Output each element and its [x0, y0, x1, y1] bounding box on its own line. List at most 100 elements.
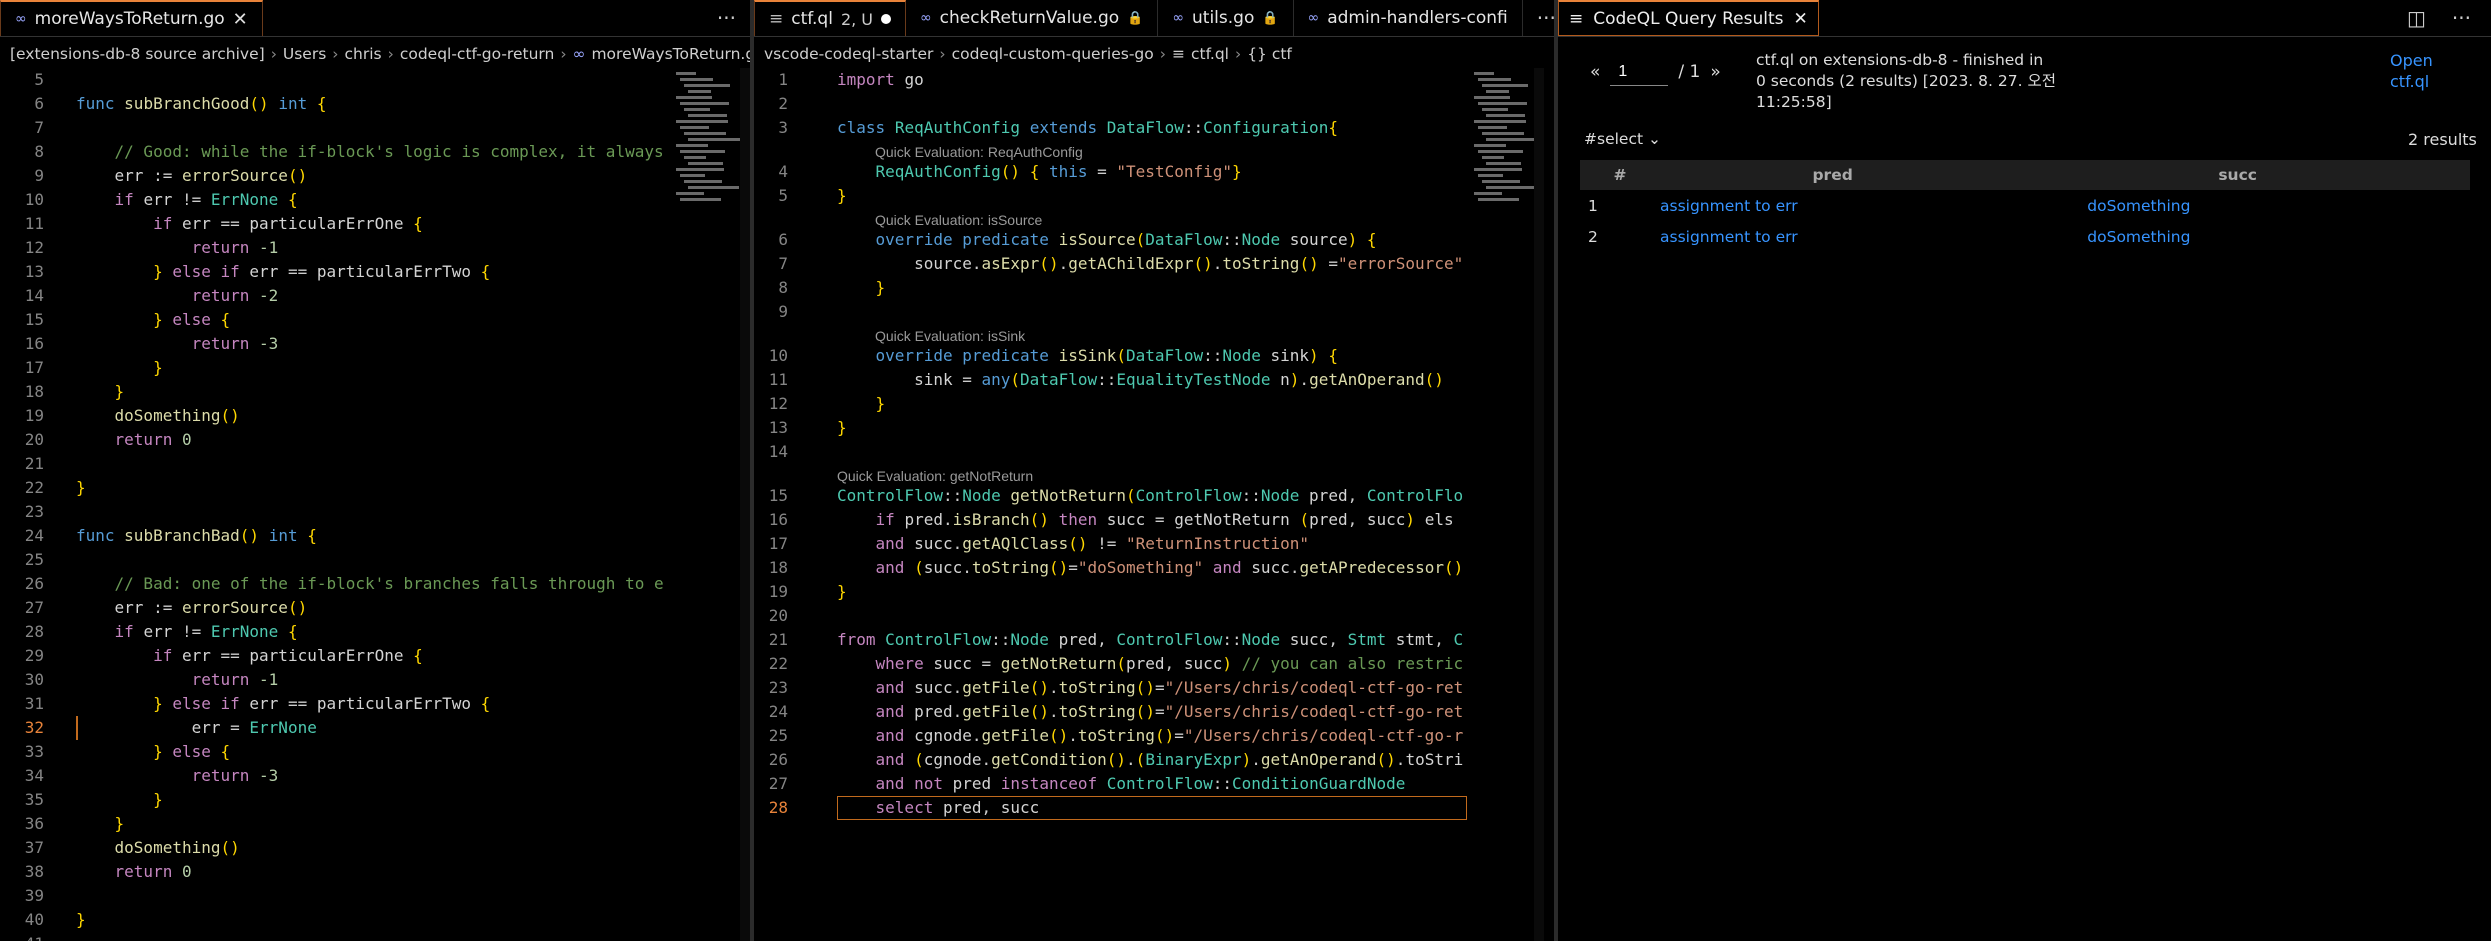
breadcrumb-item[interactable]: ctf.ql [1191, 45, 1229, 63]
breadcrumb-item[interactable]: chris [345, 45, 382, 63]
query-code-editor[interactable]: 1 import go 2 3 class ReqAuthConfig extends … [754, 68, 1554, 941]
code-line[interactable]: 37 doSomething() [0, 836, 750, 860]
code-line[interactable]: 8 // Good: while the if-block's logic is… [0, 140, 750, 164]
code-line[interactable]: 2 [754, 92, 1554, 116]
code-line[interactable]: 9 err := errorSource() [0, 164, 750, 188]
code-line[interactable]: 18 and (succ.toString()="doSomething" an… [754, 556, 1554, 580]
code-line[interactable]: 15 ControlFlow::Node getNotReturn(Control… [754, 484, 1554, 508]
code-line[interactable]: 28 select pred, succ [754, 796, 1554, 820]
more-actions-icon[interactable]: ··· [1523, 0, 1554, 36]
code-line[interactable]: 22 where succ = getNotReturn(pred, succ)… [754, 652, 1554, 676]
code-line[interactable]: 6 func subBranchGood() int { [0, 92, 750, 116]
code-line[interactable]: 12 } [754, 392, 1554, 416]
column-header-succ[interactable]: succ [2005, 160, 2470, 190]
code-line[interactable]: 28 if err != ErrNone { [0, 620, 750, 644]
code-line[interactable]: 26 and (cgnode.getCondition().(BinaryExp… [754, 748, 1554, 772]
code-line[interactable]: 24 and pred.getFile().toString()="/Users… [754, 700, 1554, 724]
code-line[interactable]: 16 if pred.isBranch() then succ = getNot… [754, 508, 1554, 532]
tab-ctf-ql[interactable]: ≡ ctf.ql 2, U [754, 0, 906, 36]
more-actions-icon[interactable]: ··· [703, 0, 750, 36]
code-line[interactable]: 7 [0, 116, 750, 140]
breadcrumb-item[interactable]: Users [283, 45, 326, 63]
code-line[interactable]: 31 } else if err == particularErrTwo { [0, 692, 750, 716]
breadcrumb-item[interactable]: [extensions-db-8 source archive] [10, 45, 265, 63]
code-line[interactable]: 30 return -1 [0, 668, 750, 692]
result-set-select[interactable]: #select ⌄ [1584, 130, 1661, 148]
code-line[interactable]: 11 sink = any(DataFlow::EqualityTestNode… [754, 368, 1554, 392]
code-editor[interactable]: 5 6 func subBranchGood() int {7 8 // Good: … [0, 68, 750, 941]
code-line[interactable]: 27 err := errorSource() [0, 596, 750, 620]
code-line[interactable]: 21 [0, 452, 750, 476]
code-line[interactable]: 14 return -2 [0, 284, 750, 308]
code-line[interactable]: 19} [754, 580, 1554, 604]
code-line[interactable]: 7 source.asExpr().getAChildExpr().toStri… [754, 252, 1554, 276]
close-icon[interactable]: ✕ [1793, 9, 1807, 29]
code-line[interactable]: 16 return -3 [0, 332, 750, 356]
breadcrumb-item[interactable]: vscode-codeql-starter [764, 45, 933, 63]
unsaved-dot-icon[interactable] [881, 14, 891, 24]
code-line[interactable]: 12 return -1 [0, 236, 750, 260]
page-input[interactable] [1610, 58, 1669, 86]
code-line[interactable]: 40} [0, 908, 750, 932]
split-editor-icon[interactable]: ◫ [2407, 6, 2426, 30]
code-line[interactable]: 39 [0, 884, 750, 908]
tab-utils[interactable]: ∞ utils.go 🔒 [1158, 0, 1294, 36]
code-line[interactable]: 35 } [0, 788, 750, 812]
breadcrumb-item[interactable]: codeql-ctf-go-return [400, 45, 555, 63]
code-line[interactable]: 17 and succ.getAQlClass() != "ReturnInst… [754, 532, 1554, 556]
code-line[interactable]: 1 import go [754, 68, 1554, 92]
more-actions-icon[interactable]: ··· [2452, 6, 2471, 30]
code-line[interactable]: 21 from ControlFlow::Node pred, ControlFl… [754, 628, 1554, 652]
code-line[interactable]: 23 and succ.getFile().toString()="/Users… [754, 676, 1554, 700]
breadcrumb-item[interactable]: codeql-custom-queries-go [952, 45, 1154, 63]
code-line[interactable]: 25 [0, 548, 750, 572]
close-icon[interactable]: ✕ [233, 9, 248, 30]
scrollbar[interactable] [740, 68, 750, 941]
code-line[interactable]: 25 and cgnode.getFile().toString()="/Use… [754, 724, 1554, 748]
quick-evaluation-codelens[interactable]: Quick Evaluation: ReqAuthConfig [875, 144, 1083, 160]
code-line[interactable]: 8 } [754, 276, 1554, 300]
pred-link[interactable]: assignment to err [1660, 228, 1798, 246]
quick-evaluation-codelens[interactable]: Quick Evaluation: getNotReturn [837, 468, 1033, 484]
scrollbar[interactable] [1534, 68, 1544, 941]
code-line[interactable]: 13} [754, 416, 1554, 440]
code-line[interactable]: 22} [0, 476, 750, 500]
code-line[interactable]: 38 return 0 [0, 860, 750, 884]
code-line[interactable]: 41 [0, 932, 750, 941]
minimap[interactable] [1470, 68, 1541, 941]
code-line[interactable]: 17 } [0, 356, 750, 380]
tab-morewaystoreturn[interactable]: ∞ moreWaysToReturn.go ✕ [0, 0, 263, 36]
code-line[interactable]: 10 if err != ErrNone { [0, 188, 750, 212]
code-line[interactable]: 20 [754, 604, 1554, 628]
quick-evaluation-codelens[interactable]: Quick Evaluation: isSink [875, 328, 1025, 344]
code-line[interactable]: 9 [754, 300, 1554, 324]
tab-codeql-results[interactable]: ≡ CodeQL Query Results ✕ [1558, 0, 1819, 36]
code-line[interactable]: 6 override predicate isSource(DataFlow::… [754, 228, 1554, 252]
code-line[interactable]: 11 if err == particularErrOne { [0, 212, 750, 236]
next-page-icon[interactable]: » [1710, 62, 1720, 82]
code-line[interactable]: 10 override predicate isSink(DataFlow::N… [754, 344, 1554, 368]
code-line[interactable]: 34 return -3 [0, 764, 750, 788]
pred-link[interactable]: assignment to err [1660, 197, 1798, 215]
code-line[interactable]: 20 return 0 [0, 428, 750, 452]
code-line[interactable]: 27 and not pred instanceof ControlFlow::… [754, 772, 1554, 796]
breadcrumb-item[interactable]: moreWaysToReturn.go [591, 45, 750, 63]
code-line[interactable]: 29 if err == particularErrOne { [0, 644, 750, 668]
column-header-pred[interactable]: pred [1660, 160, 2006, 190]
tab-checkreturnvalue[interactable]: ∞ checkReturnValue.go 🔒 [906, 0, 1159, 36]
code-line[interactable]: 4 ReqAuthConfig() { this = "TestConfig"} [754, 160, 1554, 184]
code-line[interactable]: 3 class ReqAuthConfig extends DataFlow::C… [754, 116, 1554, 140]
code-line[interactable]: 32 err = ErrNone [0, 716, 750, 740]
quick-evaluation-codelens[interactable]: Quick Evaluation: isSource [875, 212, 1042, 228]
succ-link[interactable]: doSomething [2087, 197, 2190, 215]
column-header-num[interactable]: # [1580, 160, 1660, 190]
code-line[interactable]: 14 [754, 440, 1554, 464]
code-line[interactable]: 33 } else { [0, 740, 750, 764]
tab-admin-handlers[interactable]: ∞ admin-handlers-confi [1294, 0, 1523, 36]
prev-page-icon[interactable]: « [1590, 62, 1600, 82]
open-query-link[interactable]: Open ctf.ql [2390, 50, 2460, 92]
code-line[interactable]: 5 [0, 68, 750, 92]
code-line[interactable]: 36 } [0, 812, 750, 836]
code-line[interactable]: 19 doSomething() [0, 404, 750, 428]
code-line[interactable]: 23 [0, 500, 750, 524]
